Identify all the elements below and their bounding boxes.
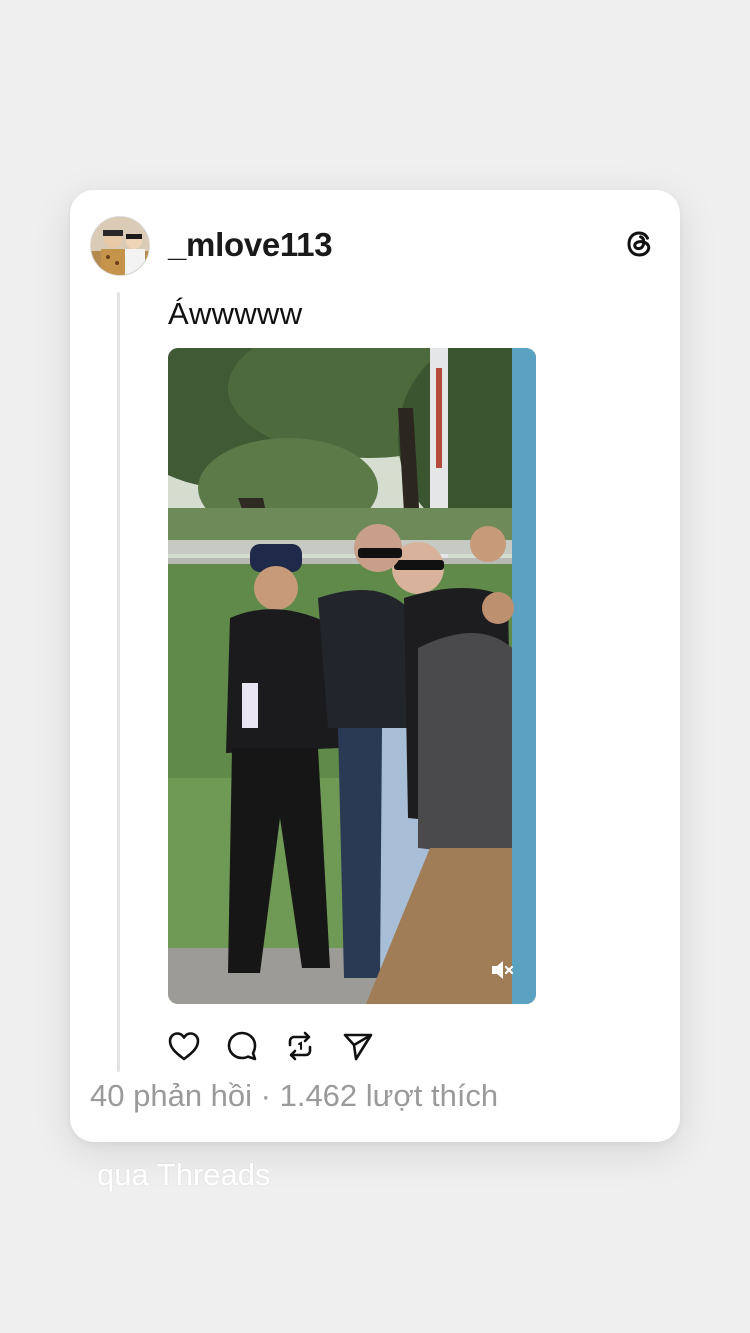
- video-frame: [168, 348, 536, 1004]
- avatar-image: [91, 217, 149, 275]
- heart-icon[interactable]: [166, 1028, 202, 1064]
- post-username[interactable]: _mlove113: [168, 226, 333, 264]
- repost-icon[interactable]: [282, 1028, 318, 1064]
- post-video[interactable]: [168, 348, 536, 1004]
- via-threads-label: qua Threads: [97, 1157, 271, 1192]
- threads-logo-icon: [627, 231, 651, 257]
- comment-icon[interactable]: [224, 1028, 260, 1064]
- post-stats[interactable]: 40 phản hồi · 1.462 lượt thích: [90, 1078, 498, 1114]
- avatar[interactable]: [90, 216, 150, 276]
- post-actions: [166, 1026, 376, 1066]
- post-text: Áwwwww: [168, 296, 303, 331]
- send-icon[interactable]: [340, 1028, 376, 1064]
- threads-post-card[interactable]: _mlove113 Áwwwww 40 phản hồi · 1.462 lượ…: [70, 190, 680, 1142]
- thread-connector-line: [117, 292, 120, 1072]
